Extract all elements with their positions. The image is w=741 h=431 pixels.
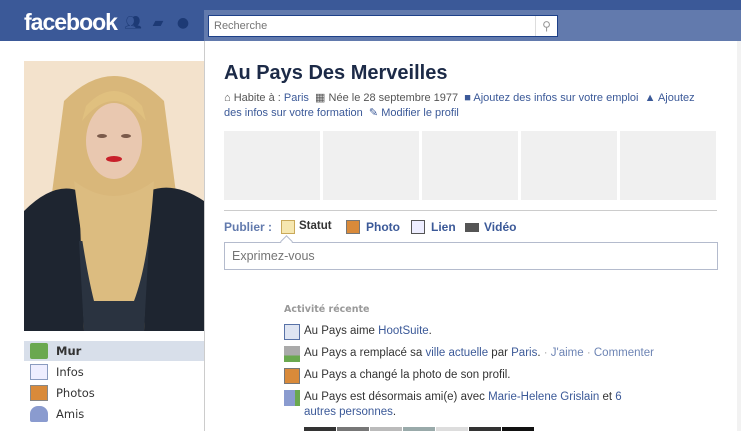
friend-thumbnail[interactable]	[502, 427, 534, 431]
status-note-icon	[281, 220, 295, 234]
activity-text: et	[599, 391, 616, 403]
current-city-link[interactable]: ville actuelle	[425, 347, 488, 359]
briefcase-icon: ■	[464, 92, 471, 104]
activity-text: par	[488, 347, 512, 359]
activity-text: .	[428, 325, 432, 337]
lives-in-link[interactable]: Paris	[284, 92, 309, 104]
pencil-icon: ✎	[368, 107, 379, 119]
activity-text: .	[392, 406, 397, 418]
home-icon: ⌂	[224, 92, 231, 104]
photos-icon	[30, 385, 48, 401]
sidebar-item-infos[interactable]: Infos	[24, 362, 204, 382]
photo-thumbnail[interactable]	[323, 131, 419, 200]
activity-text: Au Pays a remplacé sa	[304, 347, 426, 359]
activity-text: Au Pays est désormais ami(e) avec	[304, 391, 489, 403]
city-icon	[284, 346, 300, 362]
friend-requests-icon[interactable]: 👥︎	[124, 15, 142, 31]
facebook-logo[interactable]: facebook	[24, 9, 118, 36]
graduation-icon: ▲	[644, 92, 656, 104]
edit-profile-link[interactable]: Modifier le profil	[381, 107, 459, 119]
activity-text: Au Pays aime	[304, 325, 379, 337]
publish-label: Publier :	[224, 220, 273, 234]
status-composer	[224, 242, 718, 270]
sidebar-item-amis[interactable]: Amis	[24, 404, 204, 424]
divider	[224, 210, 717, 211]
search-input[interactable]	[209, 16, 529, 36]
birth-date: Née le 28 septembre 1977	[328, 92, 459, 104]
add-work-link[interactable]: Ajoutez des infos sur votre emploi	[473, 92, 638, 104]
sidebar-item-label: Mur	[56, 344, 82, 358]
friend-thumbnail[interactable]	[337, 427, 369, 431]
sidebar-item-label: Amis	[56, 407, 85, 421]
like-link[interactable]: J'aime	[551, 347, 584, 359]
photo-thumbnail[interactable]	[422, 131, 518, 200]
search-icon[interactable]: ⚲	[535, 16, 557, 36]
friend-thumbnails	[304, 427, 534, 431]
profile-picture[interactable]	[24, 61, 204, 331]
paris-link[interactable]: Paris	[511, 347, 537, 359]
sidebar-item-label: Infos	[56, 365, 84, 379]
sidebar-item-mur[interactable]: Mur	[24, 341, 204, 361]
lives-in-label: Habite à :	[233, 92, 284, 104]
messages-icon[interactable]: ▰	[150, 15, 166, 31]
calendar-icon: ▦	[315, 92, 326, 104]
profile-name: Au Pays Des Merveilles	[224, 62, 448, 84]
publish-link-tab[interactable]: Lien	[431, 219, 456, 235]
activity-item: Au Pays aime HootSuite.	[284, 324, 644, 340]
notifications-globe-icon[interactable]: ●	[175, 15, 191, 31]
sidebar-item-label: Photos	[56, 386, 95, 400]
publish-photo-tab[interactable]: Photo	[366, 219, 400, 235]
like-thumb-icon	[284, 324, 300, 340]
activity-text: .	[537, 347, 541, 359]
friend-thumbnail[interactable]	[370, 427, 402, 431]
activity-item: Au Pays a remplacé sa ville actuelle par…	[284, 346, 704, 362]
friends-icon	[30, 406, 48, 422]
photo-strip	[224, 131, 718, 200]
info-card-icon	[30, 364, 48, 380]
activity-text: Au Pays a changé la photo de son profil.	[304, 369, 511, 381]
wall-speech-icon	[30, 343, 48, 359]
photo-thumbnail[interactable]	[224, 131, 320, 200]
friend-link[interactable]: Marie-Helene Grislain	[488, 391, 599, 403]
friend-thumbnail[interactable]	[304, 427, 336, 431]
status-input[interactable]	[225, 243, 717, 269]
publish-video-tab[interactable]: Vidéo	[484, 219, 516, 235]
add-friend-icon	[284, 390, 300, 406]
activity-item: Au Pays a changé la photo de son profil.	[284, 368, 644, 384]
friend-thumbnail[interactable]	[436, 427, 468, 431]
sidebar-item-photos[interactable]: Photos	[24, 383, 204, 403]
scrollbar[interactable]	[737, 41, 741, 431]
photo-thumbnail[interactable]	[620, 131, 716, 200]
search-box: ⚲	[208, 15, 558, 37]
divider	[204, 41, 205, 431]
video-camera-icon	[465, 223, 479, 232]
photo-thumbnail[interactable]	[521, 131, 617, 200]
link-icon	[411, 220, 425, 234]
profile-photo-icon	[284, 368, 300, 384]
friend-thumbnail[interactable]	[403, 427, 435, 431]
photo-icon	[346, 220, 360, 234]
comment-link[interactable]: Commenter	[594, 347, 654, 359]
profile-info: ⌂ Habite à : Paris ▦ Née le 28 septembre…	[224, 91, 714, 121]
recent-activity-title: Activité récente	[284, 304, 370, 315]
activity-item: Au Pays est désormais ami(e) avec Marie-…	[284, 390, 644, 420]
friend-thumbnail[interactable]	[469, 427, 501, 431]
page-link[interactable]: HootSuite	[378, 325, 429, 337]
